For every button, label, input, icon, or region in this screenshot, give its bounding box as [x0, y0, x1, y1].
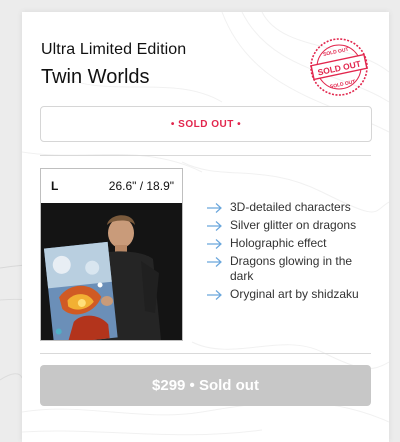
arrow-right-icon — [207, 203, 222, 213]
variant-dimensions: 26.6" / 18.9" — [108, 179, 174, 193]
edition-label: Ultra Limited Edition — [41, 41, 187, 58]
variant-size-label: L — [51, 179, 59, 193]
product-title: Twin Worlds — [41, 66, 150, 88]
product-photo — [41, 203, 182, 340]
arrow-right-icon — [207, 239, 222, 249]
divider — [40, 353, 371, 354]
feature-item: Holographic effect — [206, 236, 376, 251]
feature-text: Silver glitter on dragons — [230, 218, 357, 232]
feature-item: Silver glitter on dragons — [206, 218, 376, 233]
feature-list: 3D-detailed characters Silver glitter on… — [206, 200, 376, 305]
variant-header: L 26.6" / 18.9" — [41, 169, 182, 203]
feature-item: Oryginal art by shidzaku — [206, 287, 376, 302]
arrow-right-icon — [207, 290, 222, 300]
arrow-right-icon — [207, 257, 222, 267]
variant-option-l[interactable]: L 26.6" / 18.9" — [40, 168, 183, 341]
feature-text: Holographic effect — [230, 236, 327, 250]
buy-button[interactable]: $299 • Sold out — [40, 365, 371, 406]
sold-out-status: • SOLD OUT • — [40, 106, 372, 142]
divider — [40, 155, 371, 156]
feature-text: 3D-detailed characters — [230, 200, 351, 214]
feature-text: Oryginal art by shidzaku — [230, 287, 359, 301]
sold-out-stamp-icon: SOLD OUT SOLD OUT SOLD OUT — [310, 38, 368, 96]
feature-item: Dragons glowing in the dark — [206, 254, 376, 284]
arrow-right-icon — [207, 221, 222, 231]
feature-item: 3D-detailed characters — [206, 200, 376, 215]
feature-text: Dragons glowing in the dark — [230, 254, 353, 283]
product-card: Ultra Limited Edition Twin Worlds SOLD O… — [22, 12, 389, 442]
